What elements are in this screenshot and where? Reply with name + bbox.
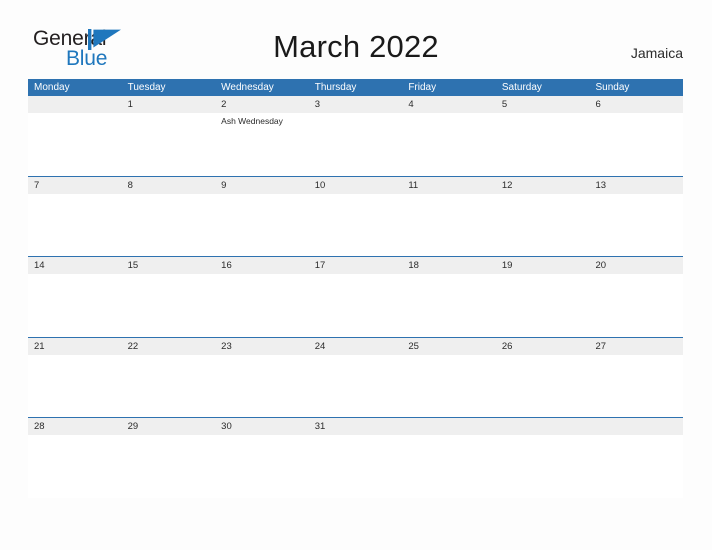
- day-number: 29: [121, 418, 216, 435]
- day-number: 2: [215, 96, 309, 113]
- day-number: 26: [495, 337, 590, 355]
- day-cell-18[interactable]: 18: [402, 257, 496, 337]
- day-cell-empty: [402, 418, 496, 498]
- week-cells: 14 15 16 17 18 19 20: [28, 257, 684, 337]
- day-number: 28: [28, 418, 122, 435]
- day-cell-11[interactable]: 11: [402, 176, 496, 256]
- day-cell-30[interactable]: 30: [215, 418, 309, 498]
- day-number: 1: [121, 96, 216, 113]
- day-cell-10[interactable]: 10: [308, 176, 403, 256]
- day-cell-22[interactable]: 22: [121, 337, 216, 417]
- day-cell-4[interactable]: 4: [402, 96, 496, 176]
- day-cell-1[interactable]: 1: [121, 96, 216, 176]
- day-cell-empty: [495, 418, 590, 498]
- day-cell-31[interactable]: 31: [308, 418, 403, 498]
- day-number: 24: [308, 337, 403, 355]
- day-number: 10: [308, 176, 403, 194]
- calendar-week-row: 21 22 23 24 25 26 27: [28, 336, 684, 417]
- day-events: Ash Wednesday: [215, 113, 309, 127]
- day-cell-13[interactable]: 13: [589, 176, 684, 256]
- weekday-header-wednesday: Wednesday: [221, 82, 274, 93]
- day-cell-8[interactable]: 8: [121, 176, 216, 256]
- day-cell-19[interactable]: 19: [495, 257, 590, 337]
- week-cells: 28 29 30 31: [28, 418, 684, 498]
- weekday-header-sunday: Sunday: [595, 82, 630, 93]
- day-cell-2[interactable]: 2 Ash Wednesday: [215, 96, 309, 176]
- calendar-week-row: 14 15 16 17 18 19 20: [28, 256, 684, 337]
- day-cell-24[interactable]: 24: [308, 337, 403, 417]
- day-cell-17[interactable]: 17: [308, 257, 403, 337]
- day-cell-27[interactable]: 27: [589, 337, 684, 417]
- day-number: 20: [589, 257, 684, 274]
- day-cell-28[interactable]: 28: [28, 418, 122, 498]
- day-number: 9: [215, 176, 309, 194]
- day-number: 5: [495, 96, 590, 113]
- page-banner: General Blue March 2022 Jamaica: [0, 0, 712, 79]
- calendar-grid: Monday Tuesday Wednesday Thursday Friday Satu…: [28, 79, 684, 498]
- day-cell-16[interactable]: 16: [215, 257, 309, 337]
- day-number: 14: [28, 257, 122, 274]
- day-number: 23: [215, 337, 309, 355]
- day-number: 19: [495, 257, 590, 274]
- day-number: 7: [28, 176, 122, 194]
- country-label: Jamaica: [630, 45, 683, 61]
- weekday-header-monday: Monday: [34, 82, 70, 93]
- calendar-week-row: 28 29 30 31: [28, 417, 684, 498]
- day-number: 15: [121, 257, 216, 274]
- day-number: 17: [308, 257, 403, 274]
- week-cells: 7 8 9 10 11 12 13: [28, 176, 684, 256]
- day-number: [402, 418, 496, 435]
- day-number: [495, 418, 590, 435]
- weekday-header-saturday: Saturday: [501, 82, 542, 93]
- weekday-header-friday: Friday: [408, 82, 437, 93]
- day-number: 13: [589, 176, 684, 194]
- day-number: 3: [308, 96, 403, 113]
- calendar-event: Ash Wednesday: [221, 116, 283, 126]
- day-number: 18: [402, 257, 496, 274]
- weekday-header-thursday: Thursday: [314, 82, 357, 93]
- calendar-weeks: 1 2 Ash Wednesday 3 4 5 6 7 8 9 10 11 12 13 14 15 16 17 18…: [28, 96, 684, 498]
- day-cell-29[interactable]: 29: [121, 418, 216, 498]
- weekday-header-row: Monday Tuesday Wednesday Thursday Friday Satu…: [28, 79, 683, 96]
- day-cell-9[interactable]: 9: [215, 176, 309, 256]
- day-number: 30: [215, 418, 309, 435]
- week-cells: 21 22 23 24 25 26 27: [28, 337, 684, 417]
- page-title: March 2022: [273, 29, 439, 64]
- day-number: 6: [589, 96, 684, 113]
- day-cell-3[interactable]: 3: [308, 96, 403, 176]
- day-number: 31: [308, 418, 403, 435]
- day-cell-6[interactable]: 6: [589, 96, 684, 176]
- calendar-week-row: 1 2 Ash Wednesday 3 4 5 6: [28, 96, 684, 176]
- day-number: 25: [402, 337, 496, 355]
- day-number: [589, 418, 684, 435]
- day-cell-21[interactable]: 21: [28, 337, 122, 417]
- day-cell-15[interactable]: 15: [121, 257, 216, 337]
- day-number: 11: [402, 176, 496, 194]
- weekday-header-tuesday: Tuesday: [127, 82, 166, 93]
- day-cell-empty: [589, 418, 684, 498]
- day-number: 12: [495, 176, 590, 194]
- day-cell-25[interactable]: 25: [402, 337, 496, 417]
- day-cell-5[interactable]: 5: [495, 96, 590, 176]
- day-number: 22: [121, 337, 216, 355]
- day-cell-7[interactable]: 7: [28, 176, 122, 256]
- day-number: 27: [589, 337, 684, 355]
- calendar-week-row: 7 8 9 10 11 12 13: [28, 175, 684, 256]
- day-cell-12[interactable]: 12: [495, 176, 590, 256]
- day-number: 4: [402, 96, 496, 113]
- day-cell-empty: [28, 96, 122, 176]
- day-number: 21: [28, 337, 122, 355]
- day-cell-20[interactable]: 20: [589, 257, 684, 337]
- day-number: 16: [215, 257, 309, 274]
- week-cells: 1 2 Ash Wednesday 3 4 5 6: [28, 96, 684, 176]
- day-cell-14[interactable]: 14: [28, 257, 122, 337]
- day-cell-26[interactable]: 26: [495, 337, 590, 417]
- day-number: [28, 96, 122, 113]
- day-number: 8: [121, 176, 216, 194]
- day-cell-23[interactable]: 23: [215, 337, 309, 417]
